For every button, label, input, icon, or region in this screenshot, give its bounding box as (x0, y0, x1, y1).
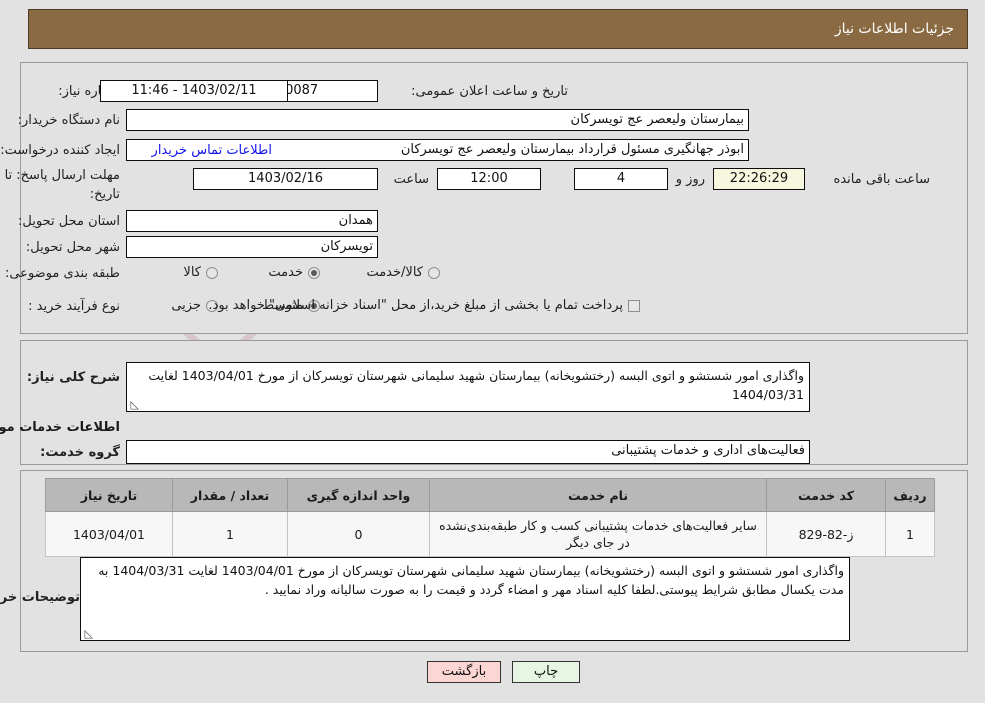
print-button[interactable]: چاپ (512, 661, 580, 683)
page-title-bar: جزئیات اطلاعات نیاز (28, 9, 968, 49)
need-info-panel (20, 62, 968, 334)
buyer-notes-label: توضیحات خریدار: (0, 590, 80, 605)
cell-unit: 0 (287, 511, 430, 557)
cell-service-code: ز-82-829 (766, 511, 886, 557)
remaining-days-value: 4 (574, 168, 668, 190)
col-unit: واحد اندازه گیری (287, 478, 430, 512)
checkbox-islamic-treasury[interactable]: پرداخت تمام یا بخشی از مبلغ خرید،از محل … (208, 298, 640, 313)
checkbox-box[interactable] (628, 299, 640, 312)
radio-circle[interactable] (428, 266, 440, 279)
process-label: نوع فرآیند خرید : (28, 299, 120, 314)
deadline-label-line1: مهلت ارسال پاسخ: تا (4, 168, 120, 183)
page-title: جزئیات اطلاعات نیاز (834, 21, 954, 37)
col-service-name: نام خدمت (429, 478, 767, 512)
radio-circle[interactable] (206, 266, 218, 279)
checkbox-label: پرداخت تمام یا بخشی از مبلغ خرید،از محل … (208, 298, 623, 313)
table-row: 1 ز-82-829 سایر فعالیت‌های خدمات پشتیبان… (45, 511, 935, 557)
col-need-date: تاریخ نیاز (45, 478, 173, 512)
buyer-org-value: بیمارستان ولیعصر عج تویسرکان (126, 109, 749, 131)
radio-label: کالا (183, 265, 201, 280)
remaining-clock-label: ساعت باقی مانده (833, 172, 930, 187)
col-row-no: ردیف (885, 478, 935, 512)
service-group-value: فعالیت‌های اداری و خدمات پشتیبانی (126, 440, 810, 464)
col-service-code: کد خدمت (766, 478, 886, 512)
buyer-notes-textarea[interactable]: واگذاری امور شستشو و اتوی البسه (رختشویخ… (80, 557, 850, 641)
back-button[interactable]: بازگشت (427, 661, 501, 683)
resize-grip-icon[interactable]: ◺ (129, 399, 139, 410)
radio-label: کالا/خدمت (366, 265, 423, 280)
category-label: طبقه بندی موضوعی: (4, 266, 120, 281)
announce-datetime-label: تاریخ و ساعت اعلان عمومی: (411, 84, 568, 99)
deadline-label-line2: تاریخ: (89, 187, 120, 202)
province-value: همدان (126, 210, 378, 232)
radio-category-khedmat[interactable]: خدمت (268, 265, 320, 280)
deadline-time-label: ساعت (393, 172, 429, 187)
deadline-time-value: 12:00 (437, 168, 541, 190)
remaining-clock-value: 22:26:29 (713, 168, 805, 190)
requester-label: ایجاد کننده درخواست: (0, 143, 120, 158)
province-label: استان محل تحویل: (18, 214, 120, 229)
col-quantity: تعداد / مقدار (172, 478, 288, 512)
radio-label: جزیی (171, 298, 201, 313)
radio-category-kala-khedmat[interactable]: کالا/خدمت (366, 265, 440, 280)
cell-quantity: 1 (172, 511, 288, 557)
description-textarea[interactable]: واگذاری امور شستشو و اتوی البسه (رختشویخ… (126, 362, 810, 412)
city-value: تویسرکان (126, 236, 378, 258)
description-text: واگذاری امور شستشو و اتوی البسه (رختشویخ… (148, 368, 804, 402)
announce-datetime-value: 1403/02/11 - 11:46 (100, 80, 288, 102)
service-group-label: گروه خدمت: (40, 445, 120, 460)
page-root: AriaTender.net جزئیات اطلاعات نیاز شماره… (0, 0, 985, 703)
services-table: ردیف کد خدمت نام خدمت واحد اندازه گیری ت… (45, 478, 935, 557)
table-header-row: ردیف کد خدمت نام خدمت واحد اندازه گیری ت… (45, 478, 935, 512)
remaining-days-label: روز و (675, 172, 705, 187)
buyer-contact-link[interactable]: اطلاعات تماس خریدار (152, 143, 272, 158)
resize-grip-icon[interactable]: ◺ (83, 628, 93, 639)
radio-label: خدمت (268, 265, 303, 280)
radio-circle[interactable] (308, 266, 320, 279)
cell-row-no: 1 (885, 511, 935, 557)
description-label: شرح کلی نیاز: (26, 370, 120, 385)
deadline-date-value: 1403/02/16 (193, 168, 378, 190)
cell-service-name: سایر فعالیت‌های خدمات پشتیبانی کسب و کار… (429, 511, 767, 557)
radio-category-kala[interactable]: کالا (183, 265, 218, 280)
buyer-org-label: نام دستگاه خریدار: (17, 113, 120, 128)
cell-need-date: 1403/04/01 (45, 511, 173, 557)
buyer-notes-text: واگذاری امور شستشو و اتوی البسه (رختشویخ… (98, 563, 844, 597)
city-label: شهر محل تحویل: (25, 240, 120, 255)
services-section-title: اطلاعات خدمات مورد نیاز (0, 420, 120, 435)
